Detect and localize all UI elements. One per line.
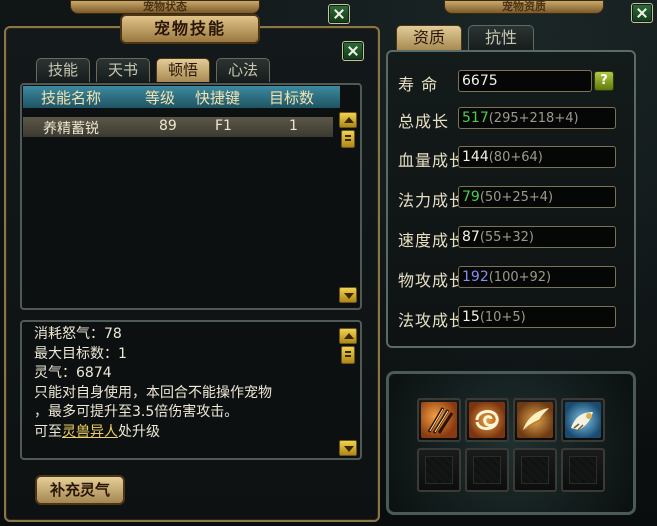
attr-value-box: 517(295+218+4) xyxy=(458,107,616,129)
tab-skills[interactable]: 技能 xyxy=(36,58,90,82)
lifespan-number: 6675 xyxy=(462,73,498,89)
skill-slot-panel xyxy=(386,371,636,515)
skill-list: 技能名称 等级 快捷键 目标数 养精蓄锐 89 F1 1 xyxy=(20,83,362,310)
desc-scroll-down-button[interactable] xyxy=(339,440,357,456)
skill-description-box: 消耗怒气：78 最大目标数：1 灵气：6874 只能对自身使用，本回合不能操作宠… xyxy=(20,320,362,460)
attr-label: 速度成长 xyxy=(398,231,467,250)
skill-level: 89 xyxy=(159,118,177,134)
desc-upgrade-prefix: 可至 xyxy=(34,423,62,440)
attr-label: 物攻成长 xyxy=(398,271,467,290)
attr-value-box: 79(50+25+4) xyxy=(458,186,616,208)
skill-description: 消耗怒气：78 最大目标数：1 灵气：6874 只能对自身使用，本回合不能操作宠… xyxy=(34,325,334,442)
desc-scroll-thumb[interactable] xyxy=(341,346,355,364)
desc-max-targets: 最大目标数：1 xyxy=(34,345,127,362)
attr-value-box: 144(80+64) xyxy=(458,146,616,168)
list-scroll-up-button[interactable] xyxy=(339,112,357,128)
attr-breakdown: (10+5) xyxy=(479,310,526,325)
tab-resistance[interactable]: 抗性 xyxy=(468,25,534,51)
tab-aptitude[interactable]: 资质 xyxy=(396,25,462,51)
attr-value-box: 15(10+5) xyxy=(458,306,616,328)
desc-effect-cont: ，最多可提升至3.5倍伤害攻击。 xyxy=(34,404,239,420)
attr-value: 15 xyxy=(462,309,480,325)
attr-label: 总成长 xyxy=(398,112,450,131)
pet-skill-title: 宠物技能 xyxy=(120,14,260,44)
supplement-spirit-button[interactable]: 补充灵气 xyxy=(35,475,125,505)
attr-breakdown: (50+25+4) xyxy=(479,190,554,205)
desc-scroll-up-button[interactable] xyxy=(339,328,357,344)
pet-skill-close-button[interactable] xyxy=(342,41,364,61)
desc-spirit: 灵气：6874 xyxy=(34,365,112,381)
skill-slot-3[interactable] xyxy=(513,398,557,442)
skill-slot-7[interactable] xyxy=(513,448,557,492)
skill-hotkey: F1 xyxy=(215,118,232,134)
attr-label: 法攻成长 xyxy=(398,311,467,330)
tiger-claw-icon xyxy=(565,402,601,438)
skill-slot-1[interactable] xyxy=(417,398,461,442)
pet-status-header: 宠物状态 xyxy=(70,0,260,14)
pet-status-close-button[interactable] xyxy=(328,4,350,24)
skill-row[interactable]: 养精蓄锐 89 F1 1 xyxy=(23,117,333,137)
tab-mind-method[interactable]: 心法 xyxy=(216,58,270,82)
skill-list-header: 技能名称 等级 快捷键 目标数 xyxy=(23,86,340,108)
skill-slot-6[interactable] xyxy=(465,448,509,492)
desc-rage-cost: 消耗怒气：78 xyxy=(34,326,122,342)
attr-value: 144 xyxy=(462,149,489,165)
skill-slot-8[interactable] xyxy=(561,448,605,492)
desc-upgrade: 可至灵兽异人处升级 xyxy=(34,423,334,443)
attr-breakdown: (100+92) xyxy=(488,270,552,285)
attr-value: 192 xyxy=(462,269,489,285)
tab-heavenly-book[interactable]: 天书 xyxy=(96,58,150,82)
column-level: 等级 xyxy=(145,89,176,107)
skill-slot-2[interactable] xyxy=(465,398,509,442)
attr-value: 79 xyxy=(462,189,480,205)
pet-aptitude-header: 宠物资质 xyxy=(444,0,604,14)
pet-aptitude-title: 宠物资质 xyxy=(502,0,546,13)
attr-value: 87 xyxy=(462,229,480,245)
column-hotkey: 快捷键 xyxy=(195,89,241,107)
claw-slash-icon xyxy=(421,402,457,438)
pet-status-title: 宠物状态 xyxy=(143,0,187,13)
spirit-beast-npc-link[interactable]: 灵兽异人 xyxy=(62,424,118,440)
lifespan-help-button[interactable]: ? xyxy=(594,71,614,91)
attr-value-box: 87(55+32) xyxy=(458,226,616,248)
column-targets: 目标数 xyxy=(269,89,315,107)
list-scroll-thumb[interactable] xyxy=(341,130,355,148)
lifespan-label: 寿 命 xyxy=(398,75,439,94)
swirl-icon xyxy=(469,402,505,438)
skill-slot-5[interactable] xyxy=(417,448,461,492)
attr-label: 法力成长 xyxy=(398,191,467,210)
column-skill-name: 技能名称 xyxy=(41,89,102,107)
skill-slot-4[interactable] xyxy=(561,398,605,442)
skill-name: 养精蓄锐 xyxy=(43,121,99,137)
attr-breakdown: (80+64) xyxy=(488,150,543,165)
attr-breakdown: (295+218+4) xyxy=(488,111,579,126)
pet-aptitude-close-button[interactable] xyxy=(631,3,653,23)
desc-effect: 只能对自身使用，本回合不能操作宠物 xyxy=(34,384,272,401)
attr-value-box: 192(100+92) xyxy=(458,266,616,288)
attr-value: 517 xyxy=(462,110,489,126)
skill-targets: 1 xyxy=(289,118,298,134)
lifespan-value: 6675 xyxy=(458,70,592,92)
desc-upgrade-suffix: 处升级 xyxy=(118,423,160,440)
attr-label: 血量成长 xyxy=(398,151,467,170)
list-scroll-down-button[interactable] xyxy=(339,287,357,303)
tab-enlightenment[interactable]: 顿悟 xyxy=(156,58,210,82)
wing-icon xyxy=(517,402,553,438)
attr-breakdown: (55+32) xyxy=(479,230,534,245)
